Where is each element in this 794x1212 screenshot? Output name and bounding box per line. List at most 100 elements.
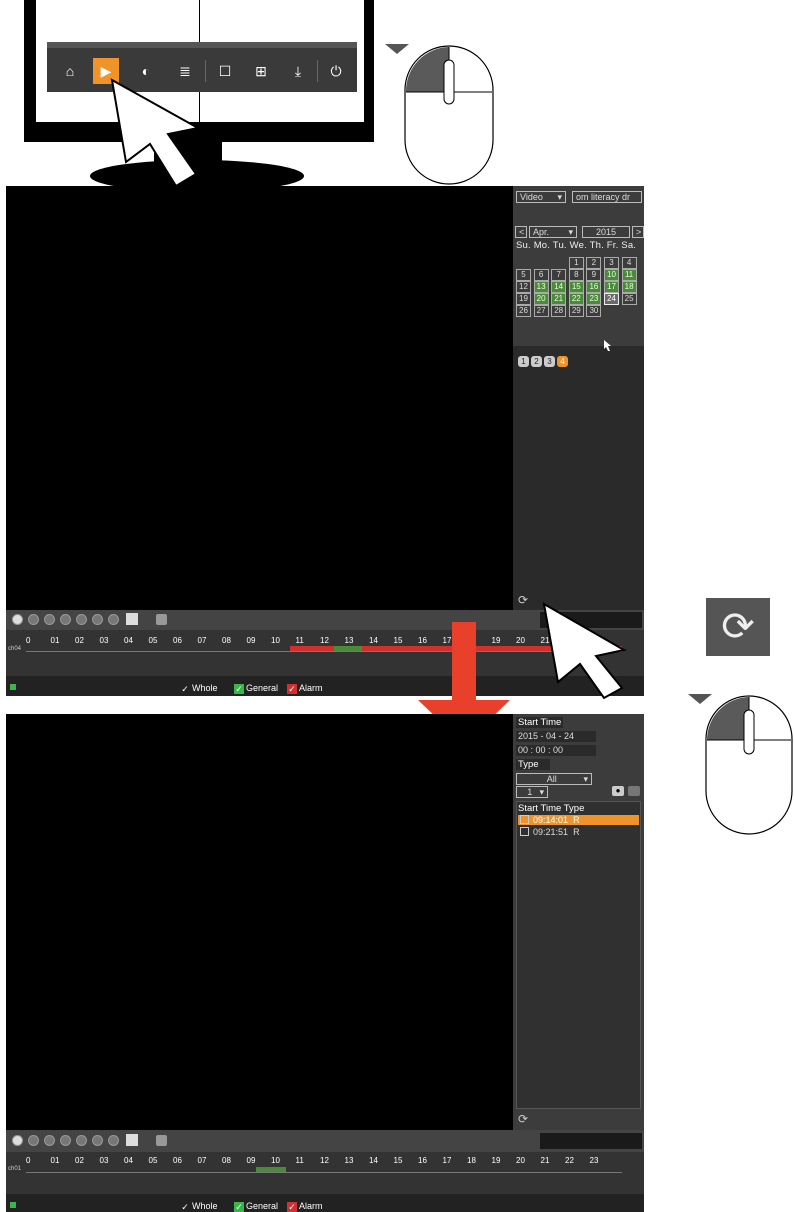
calendar-day[interactable]: 29 xyxy=(568,305,584,317)
legend-whole[interactable]: ✓ Whole xyxy=(180,1201,217,1212)
channel-panel xyxy=(513,346,644,610)
legend-whole[interactable]: ✓ Whole xyxy=(180,683,217,694)
hour-tick-label: 23 xyxy=(589,1156,599,1165)
stop-button[interactable] xyxy=(28,1135,39,1146)
calendar-day[interactable]: 15 xyxy=(568,281,584,293)
calendar-day[interactable]: 4 xyxy=(621,257,637,269)
hour-tick-label: 16 xyxy=(418,1156,427,1165)
calendar-day[interactable]: 2 xyxy=(586,257,602,269)
file-row[interactable]: 09:14:01 R xyxy=(518,815,639,825)
volume-icon[interactable] xyxy=(126,1134,138,1146)
calendar-day[interactable]: 19 xyxy=(516,293,531,305)
next-frame-button[interactable] xyxy=(108,614,119,625)
power-icon[interactable]: ⏻ xyxy=(326,61,346,81)
mouse-left-click-icon xyxy=(385,44,494,185)
legend-general[interactable]: ✓ General xyxy=(234,1201,278,1212)
prev-frame-button[interactable] xyxy=(92,614,103,625)
hour-tick-label: 05 xyxy=(148,1156,158,1165)
fast-button[interactable] xyxy=(76,614,87,625)
refresh-icon[interactable]: ⟳ xyxy=(518,1112,528,1126)
calendar-day[interactable]: 9 xyxy=(586,269,602,281)
play-button[interactable] xyxy=(12,1135,23,1146)
calendar-day[interactable]: 21 xyxy=(551,293,567,305)
timeline-track[interactable] xyxy=(26,651,622,652)
prev-frame-button[interactable] xyxy=(92,1135,103,1146)
hour-tick-label: 03 xyxy=(99,636,109,645)
snapshot-icon[interactable] xyxy=(156,1135,167,1146)
calendar-day[interactable]: 26 xyxy=(516,305,531,317)
pause-button[interactable] xyxy=(44,614,55,625)
hour-tick-label: 08 xyxy=(222,636,231,645)
prev-month-button[interactable]: < xyxy=(515,226,527,238)
hour-tick-label: 14 xyxy=(369,636,378,645)
folder-icon[interactable] xyxy=(628,786,640,796)
calendar-day[interactable]: 5 xyxy=(516,269,531,281)
channel-3-button[interactable]: 3 xyxy=(544,356,555,367)
channel-select[interactable]: 1 ▾ xyxy=(516,786,548,798)
fast-button[interactable] xyxy=(76,1135,87,1146)
calendar-day[interactable]: 16 xyxy=(586,281,602,293)
download-icon[interactable]: ⤓ xyxy=(288,61,308,81)
calendar-day[interactable]: 17 xyxy=(604,281,619,293)
hour-tick-label: 07 xyxy=(197,636,207,645)
calendar-day[interactable]: 25 xyxy=(621,293,637,305)
calendar-day[interactable]: 6 xyxy=(533,269,549,281)
calendar-day[interactable]: 20 xyxy=(533,293,549,305)
calendar-day[interactable]: 7 xyxy=(551,269,567,281)
refresh-icon[interactable]: ⟳ xyxy=(518,593,528,607)
mouse-pointer-icon xyxy=(542,602,627,700)
channel-2-button[interactable]: 2 xyxy=(531,356,542,367)
stop-button[interactable] xyxy=(28,614,39,625)
calendar-day[interactable]: 11 xyxy=(621,269,637,281)
hour-tick-label: 22 xyxy=(565,1156,574,1165)
slow-button[interactable] xyxy=(60,1135,71,1146)
hour-tick-label: 11 xyxy=(295,1156,304,1165)
quad-view-icon[interactable]: ⊞ xyxy=(251,61,271,81)
record-type-select[interactable]: Video ▾ xyxy=(516,191,566,203)
calendar-day[interactable]: 10 xyxy=(604,269,619,281)
legend-alarm[interactable]: ✓ Alarm xyxy=(287,683,323,694)
type-select[interactable]: All ▾ xyxy=(516,773,592,785)
channel-4-button[interactable]: 4 xyxy=(557,356,568,367)
calendar-day[interactable]: 30 xyxy=(586,305,602,317)
time-field[interactable]: 00 : 00 : 00 xyxy=(516,745,596,756)
timeline-track[interactable] xyxy=(26,1172,622,1173)
status-indicator xyxy=(10,1202,16,1208)
slow-button[interactable] xyxy=(60,614,71,625)
calendar-day[interactable]: 12 xyxy=(516,281,531,293)
snapshot-icon[interactable] xyxy=(156,614,167,625)
calendar-day[interactable]: 18 xyxy=(621,281,637,293)
calendar-day[interactable]: 3 xyxy=(604,257,619,269)
calendar-day[interactable]: 23 xyxy=(586,293,602,305)
calendar-day[interactable]: 1 xyxy=(568,257,584,269)
pause-button[interactable] xyxy=(44,1135,55,1146)
next-month-button[interactable]: > xyxy=(632,226,644,238)
calendar-day[interactable]: 28 xyxy=(551,305,567,317)
hour-tick-label: 18 xyxy=(467,1156,476,1165)
volume-icon[interactable] xyxy=(126,613,138,625)
legend-alarm[interactable]: ✓ Alarm xyxy=(287,1201,323,1212)
hour-tick-label: 04 xyxy=(124,636,133,645)
month-select[interactable]: Apr. ▾ xyxy=(529,226,577,238)
year-field[interactable]: 2015 xyxy=(582,226,630,238)
home-icon[interactable]: ⌂ xyxy=(60,61,80,81)
date-field[interactable]: 2015 - 04 - 24 xyxy=(516,731,596,742)
status-indicator xyxy=(10,684,16,690)
calendar-day[interactable]: 14 xyxy=(551,281,567,293)
calendar-day[interactable]: 13 xyxy=(533,281,549,293)
file-row[interactable]: 09:21:51 R xyxy=(518,827,639,837)
mouse-left-click-icon xyxy=(688,694,793,835)
play-button[interactable] xyxy=(12,614,23,625)
calendar-day[interactable]: 8 xyxy=(568,269,584,281)
legend-general[interactable]: ✓ General xyxy=(234,683,278,694)
file-list xyxy=(516,801,641,1109)
hour-tick-label: 05 xyxy=(148,636,158,645)
calendar-day[interactable]: 22 xyxy=(568,293,584,305)
calendar-day[interactable]: 24 xyxy=(604,293,619,305)
channel-1-button[interactable]: 1 xyxy=(518,356,529,367)
next-frame-button[interactable] xyxy=(108,1135,119,1146)
calendar-day[interactable]: 27 xyxy=(533,305,549,317)
device-select[interactable]: om literacy dr xyxy=(572,191,642,203)
toolbar-divider xyxy=(317,60,318,82)
search-icon[interactable]: ● xyxy=(612,786,624,796)
